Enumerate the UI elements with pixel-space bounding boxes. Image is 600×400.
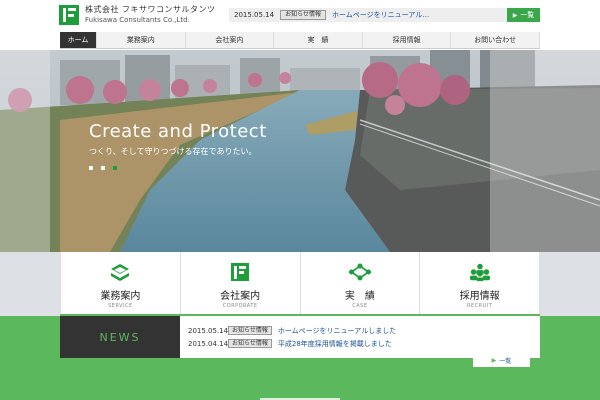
hero-slider: Create and Protect つくり、そして守りつづける存在でありたい。 <box>0 50 600 252</box>
nav-item-corporate[interactable]: 会社案内 <box>186 32 275 48</box>
news-item: 2015.05.14 お知らせ情報 ホームページをリニューアルしました <box>188 324 540 337</box>
logo-jp: 株式会社 フキサワコンサルタンツ <box>85 5 216 14</box>
news-list: 2015.05.14 お知らせ情報 ホームページをリニューアルしました 2015… <box>180 316 540 358</box>
ticker-date: 2015.05.14 <box>234 11 275 19</box>
service-card-service[interactable]: 業務案内 SERVICE <box>60 252 181 314</box>
news-ticker: 2015.05.14 お知らせ情報 ホームページをリニューアル… <box>229 8 507 22</box>
corporate-en: CORPORATE <box>222 303 258 309</box>
nav-item-contact[interactable]: お問い合わせ <box>451 32 540 48</box>
news-date: 2015.05.14 <box>188 326 229 335</box>
logo-mark-icon <box>59 5 79 25</box>
services-section: 業務案内 SERVICE 会社案内 CORPORATE 実 績 CASE 採用情… <box>0 252 600 316</box>
nav-item-recruit[interactable]: 採用情報 <box>363 32 452 48</box>
recruit-label: 採用情報 <box>459 291 500 302</box>
nav-item-service[interactable]: 業務案内 <box>97 32 186 48</box>
site-header: 株式会社 フキサワコンサルタンツ Fukisawa Consultants Co… <box>0 0 600 32</box>
news-more-label: 一覧 <box>499 358 512 365</box>
company-logo-icon <box>229 261 251 283</box>
global-nav: ホーム 業務案内 会社案内 実 績 採用情報 お問い合わせ <box>60 32 540 49</box>
ticker-button-label: 一覧 <box>520 11 535 19</box>
slider-pagination <box>89 166 125 170</box>
news-category-badge: お知らせ情報 <box>228 326 272 335</box>
news-category-badge: お知らせ情報 <box>228 339 272 348</box>
case-en: CASE <box>352 303 368 309</box>
ticker-category-badge: お知らせ情報 <box>280 10 326 20</box>
news-more-button[interactable]: ▶ 一覧 <box>473 354 530 367</box>
news-date: 2015.04.14 <box>188 339 229 348</box>
page: 株式会社 フキサワコンサルタンツ Fukisawa Consultants Co… <box>0 0 600 400</box>
hero-title: Create and Protect <box>89 121 267 142</box>
service-en: SERVICE <box>108 303 133 309</box>
news-link[interactable]: ホームページをリニューアルしました <box>278 326 396 336</box>
stack-icon <box>109 261 131 283</box>
news-heading: NEWS <box>99 330 141 344</box>
people-icon <box>469 261 491 283</box>
news-item: 2015.04.14 お知らせ情報 平成28年度採用情報を掲載しました <box>188 337 540 350</box>
logo-en: Fukisawa Consultants Co.,Ltd. <box>85 16 190 24</box>
services-row: 業務案内 SERVICE 会社案内 CORPORATE 実 績 CASE 採用情… <box>60 252 540 314</box>
play-arrow-icon: ▶ <box>491 357 497 364</box>
service-card-case[interactable]: 実 績 CASE <box>301 252 421 314</box>
ticker-list-button[interactable]: ▶ 一覧 <box>507 8 540 22</box>
service-card-corporate[interactable]: 会社案内 CORPORATE <box>181 252 301 314</box>
recruit-en: RECRUIT <box>466 303 493 309</box>
slider-dot-2[interactable] <box>101 166 105 170</box>
nav-item-home[interactable]: ホーム <box>60 32 97 48</box>
news-link[interactable]: 平成28年度採用情報を掲載しました <box>278 339 392 349</box>
case-label: 実 績 <box>344 291 375 302</box>
slider-dot-1[interactable] <box>89 166 93 170</box>
corporate-label: 会社案内 <box>220 291 261 302</box>
hero-subtitle: つくり、そして守りつづける存在でありたい。 <box>89 147 257 156</box>
site-logo[interactable]: 株式会社 フキサワコンサルタンツ Fukisawa Consultants Co… <box>59 5 216 25</box>
network-icon <box>348 261 371 283</box>
service-card-recruit[interactable]: 採用情報 RECRUIT <box>420 252 540 314</box>
service-label: 業務案内 <box>100 291 141 302</box>
nav-item-case[interactable]: 実 績 <box>274 32 363 48</box>
slider-dot-3[interactable] <box>113 166 117 170</box>
logo-text: 株式会社 フキサワコンサルタンツ Fukisawa Consultants Co… <box>85 5 216 25</box>
news-heading-box: NEWS <box>60 316 180 358</box>
ticker-link[interactable]: ホームページをリニューアル… <box>332 10 429 20</box>
play-arrow-icon: ▶ <box>512 11 518 19</box>
